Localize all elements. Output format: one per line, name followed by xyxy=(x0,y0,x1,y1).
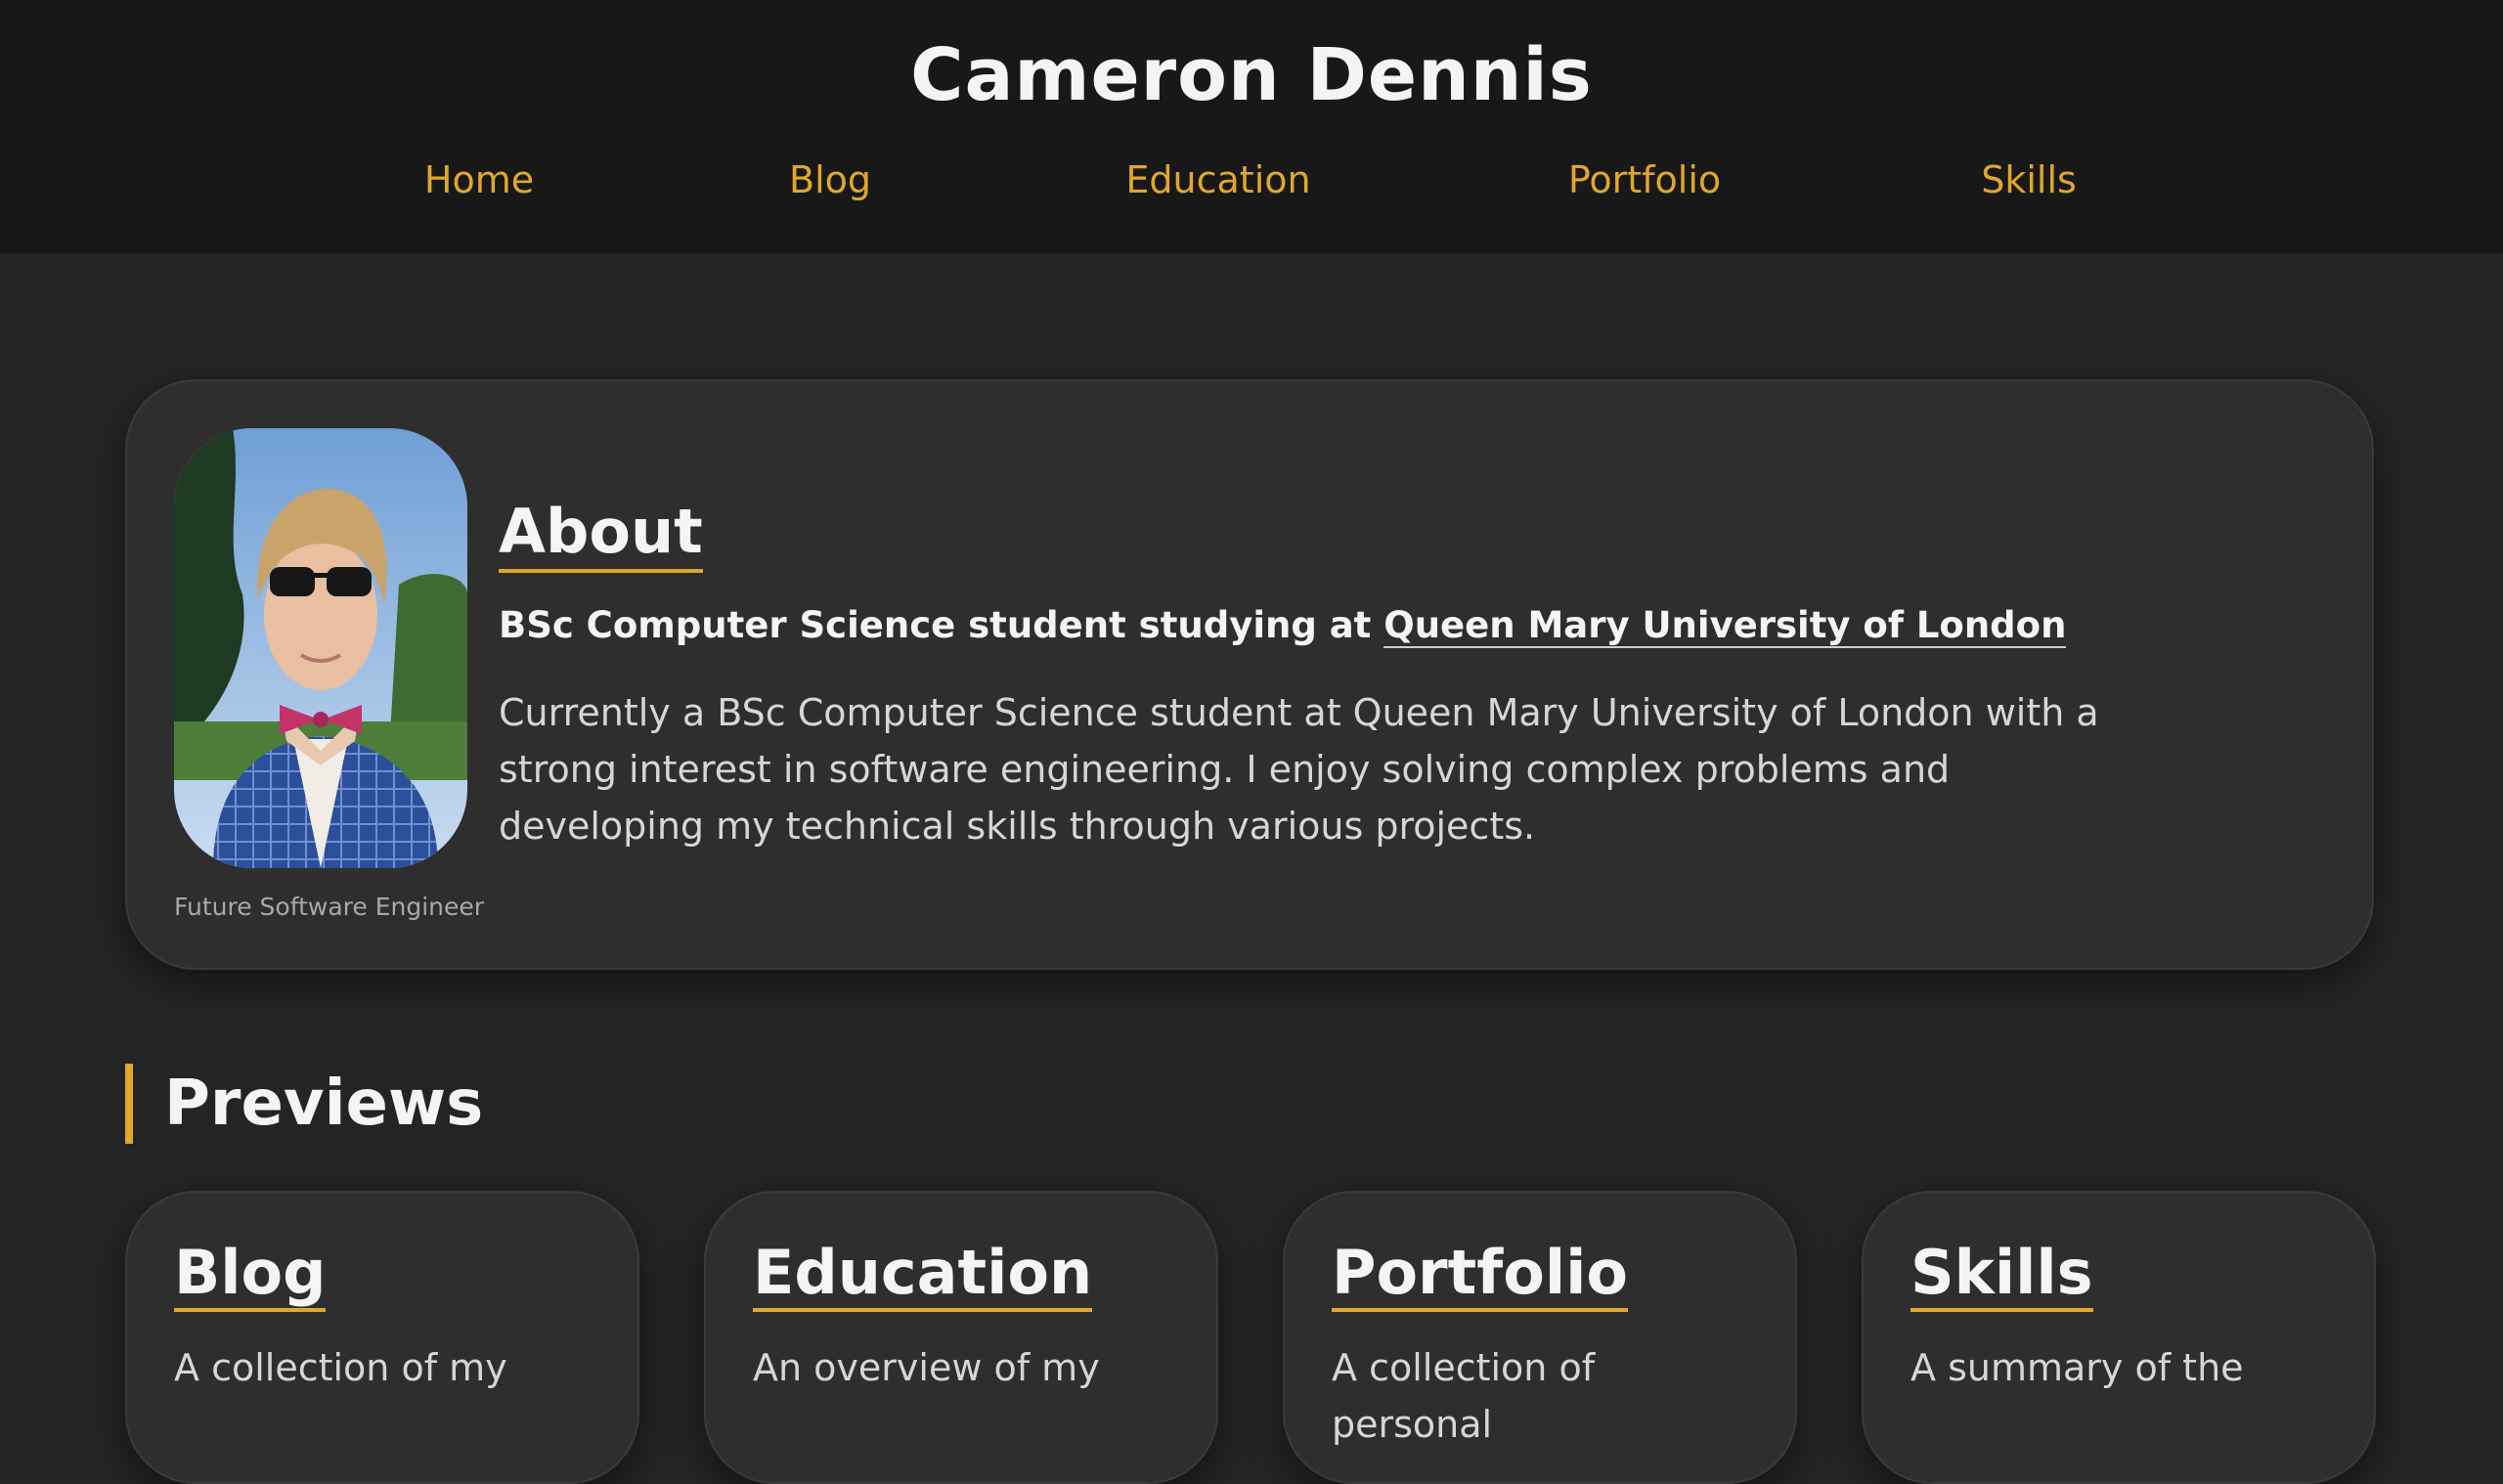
site-title: Cameron Dennis xyxy=(910,33,1593,117)
photo-caption: Future Software Engineer xyxy=(174,893,485,921)
about-subheading-text: BSc Computer Science student studying at xyxy=(499,604,1384,646)
preview-card-text: A summary of the xyxy=(1910,1346,2244,1389)
preview-card-blog[interactable]: Blog A collection of my xyxy=(125,1191,639,1484)
preview-card-title: Portfolio xyxy=(1332,1239,1628,1313)
preview-card-text: An overview of my xyxy=(753,1346,1100,1389)
about-body: Currently a BSc Computer Science student… xyxy=(499,691,2099,848)
nav-link-portfolio[interactable]: Portfolio xyxy=(1568,158,1721,201)
preview-card-text: A collection of my xyxy=(174,1346,507,1389)
university-link[interactable]: Queen Mary University of London xyxy=(1383,604,2067,648)
nav-link-skills[interactable]: Skills xyxy=(1981,158,2077,201)
preview-card-portfolio[interactable]: Portfolio A collection of personal xyxy=(1283,1191,1797,1484)
nav-link-education[interactable]: Education xyxy=(1125,158,1310,201)
previews-heading: Previews xyxy=(125,1064,483,1144)
preview-card-text: A collection of personal xyxy=(1332,1346,1596,1446)
about-card: Future Software Engineer About BSc Compu… xyxy=(125,379,2374,970)
preview-card-education[interactable]: Education An overview of my xyxy=(704,1191,1218,1484)
about-heading: About xyxy=(499,498,703,574)
nav-link-blog[interactable]: Blog xyxy=(789,158,871,201)
site-header: Cameron Dennis Home Blog Education Portf… xyxy=(0,0,2503,253)
preview-card-title: Skills xyxy=(1910,1239,2093,1313)
preview-card-title: Blog xyxy=(174,1239,327,1313)
preview-card-skills[interactable]: Skills A summary of the xyxy=(1862,1191,2376,1484)
profile-photo xyxy=(174,428,467,868)
about-subheading: BSc Computer Science student studying at… xyxy=(499,604,2067,648)
main-nav: Home Blog Education Portfolio Skills xyxy=(0,158,2503,207)
nav-link-home[interactable]: Home xyxy=(424,158,534,201)
preview-card-title: Education xyxy=(753,1239,1093,1313)
